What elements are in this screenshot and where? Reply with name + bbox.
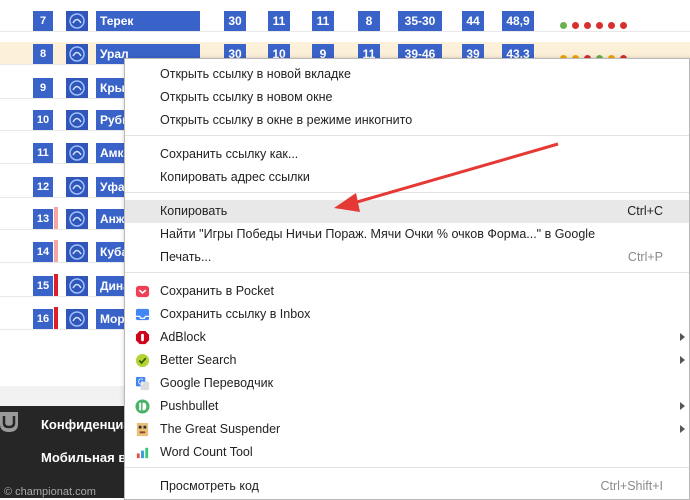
annotation-arrow xyxy=(334,142,559,212)
annotation-arrow-line xyxy=(349,142,559,206)
annotation-arrow-head xyxy=(334,193,360,212)
